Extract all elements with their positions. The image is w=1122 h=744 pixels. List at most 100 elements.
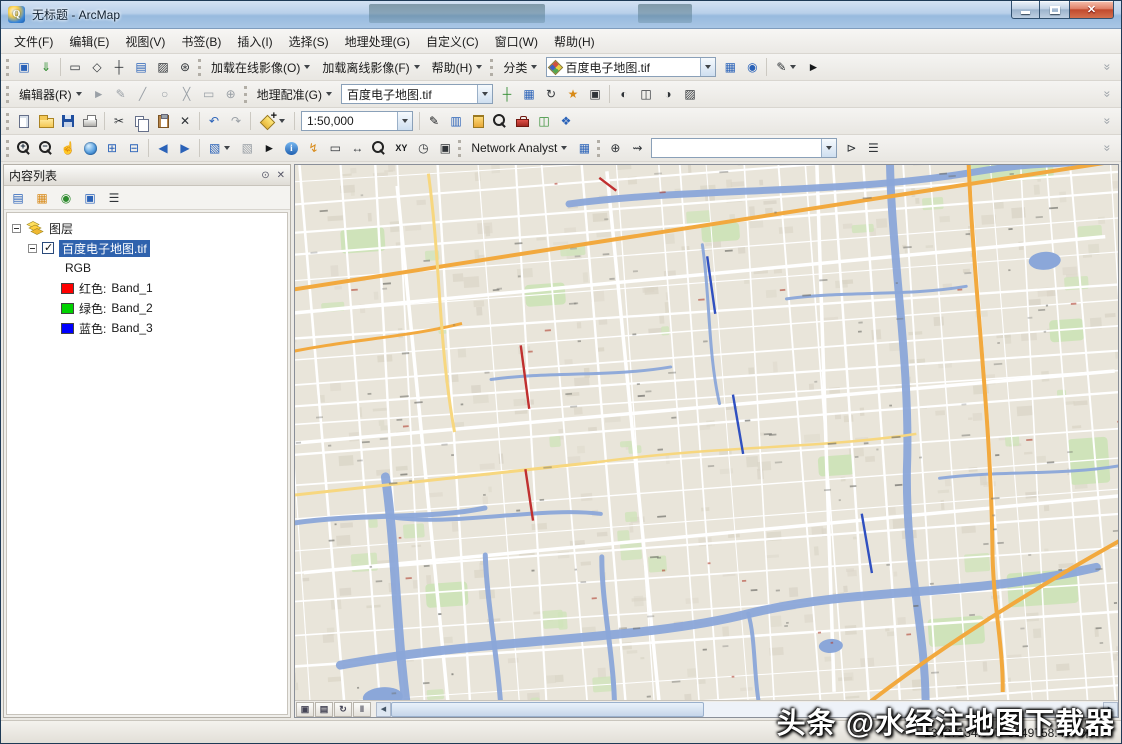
toolbar-grip[interactable] [6,86,9,103]
layout-view-button[interactable]: ▤ [315,702,333,717]
layers-group-row[interactable]: 图层 [9,218,285,238]
network-analyst-window-button[interactable]: ▦ [573,137,595,159]
toc-options-button[interactable]: ☰ [103,187,125,209]
toolbar-grip[interactable] [244,86,247,103]
snap-tool-button[interactable]: ⊕ [220,83,242,105]
fixed-zoom-out-button[interactable]: ⊟ [123,137,145,159]
map-scale-dropdown[interactable] [397,112,412,130]
list-by-source-button[interactable]: ▦ [31,187,53,209]
redo-button[interactable]: ↷ [225,110,247,132]
close-button[interactable]: ✕ [1069,1,1114,19]
minimize-button[interactable] [1011,1,1040,19]
new-document-button[interactable] [13,110,35,132]
map-window-button[interactable]: ▣ [13,56,35,78]
menu-item-bookmarks[interactable]: 书签(B) [173,29,229,54]
toolbar-overflow-button[interactable]: » [1096,83,1118,105]
toolbar-overflow-button[interactable]: » [1096,137,1118,159]
menu-item-customize[interactable]: 自定义(C) [418,29,487,54]
menu-item-help[interactable]: 帮助(H) [546,29,603,54]
create-network-location-button[interactable]: ⊕ [604,137,626,159]
hyperlink-button[interactable]: ↯ [302,137,324,159]
open-document-button[interactable] [35,110,57,132]
maximize-button[interactable] [1040,1,1069,19]
menu-item-geoprocessing[interactable]: 地理处理(G) [337,29,418,54]
html-popup-button[interactable]: ▭ [324,137,346,159]
save-button[interactable] [57,110,79,132]
swipe-layer-button[interactable]: ◫ [635,83,657,105]
toolbar-overflow-button[interactable]: » [1096,56,1118,78]
collapse-expander[interactable] [28,244,37,253]
network-dataset-combo[interactable] [651,138,837,158]
pan-button[interactable]: ☝ [57,137,79,159]
cut-button[interactable]: ✂ [108,110,130,132]
identify-button[interactable]: i [280,137,302,159]
go-to-xy-button[interactable]: XY [390,137,412,159]
sketch-properties-button[interactable]: ✎ [770,58,802,76]
copy-button[interactable] [130,110,152,132]
intersect-tool-button[interactable]: ╳ [176,83,198,105]
undo-button[interactable]: ↶ [203,110,225,132]
map-viewport[interactable]: ▣ ▤ ↻ ‖ ◀ ▶ [294,164,1119,718]
georeferencing-layer-dropdown[interactable] [477,85,492,103]
circle-tool-button[interactable]: ○ [154,83,176,105]
analysis-properties-button[interactable]: ☰ [862,137,884,159]
collapse-expander[interactable] [12,224,21,233]
draw-polygon-button[interactable]: ◇ [86,56,108,78]
edit-tool-button[interactable]: ► [88,83,110,105]
sketch-tool-button[interactable]: ✎ [110,83,132,105]
select-elements-button[interactable]: ► [258,137,280,159]
list-by-drawing-order-button[interactable]: ▤ [7,187,29,209]
list-by-selection-button[interactable]: ▣ [79,187,101,209]
zoom-to-layer-button[interactable]: ◉ [741,56,763,78]
georeferencing-layer-combo[interactable]: 百度电子地图.tif [341,84,493,104]
toolbar-grip[interactable] [198,59,201,76]
toolbar-grip[interactable] [6,59,9,76]
catalog-button[interactable] [467,110,489,132]
scrollbar-thumb[interactable] [391,702,704,717]
layer-row[interactable]: 百度电子地图.tif [9,238,285,258]
attribute-table-button[interactable]: ▦ [719,56,741,78]
line-tool-button[interactable]: ╱ [132,83,154,105]
download-map-button[interactable]: ⇓ [35,56,57,78]
measure-button[interactable]: ↔ [346,137,368,159]
classify-menu[interactable]: 分类 [497,57,543,78]
update-georeferencing-button[interactable]: ▣ [584,83,606,105]
auto-adjust-button[interactable]: ★ [562,83,584,105]
image-grid-button[interactable]: ▨ [152,56,174,78]
transparency-button[interactable]: ▨ [679,83,701,105]
zoom-out-button[interactable]: − [35,137,57,159]
find-button[interactable] [368,137,390,159]
settings-button[interactable]: ⊛ [174,56,196,78]
toc-close-icon[interactable]: ✕ [277,170,285,181]
add-control-points-button[interactable]: ┼ [496,83,518,105]
flicker-button[interactable]: ◑ [657,83,679,105]
table-of-contents-button[interactable]: ▥ [445,110,467,132]
toolbar-overflow-button[interactable]: » [1096,110,1118,132]
network-dataset-dropdown[interactable] [821,139,836,157]
layer-combo-dropdown[interactable] [700,58,715,76]
fixed-zoom-in-button[interactable]: ⊞ [101,137,123,159]
toolbar-grip[interactable] [6,140,9,157]
layer-name[interactable]: 百度电子地图.tif [59,240,150,257]
georeferencing-menu[interactable]: 地理配准(G) [251,84,338,105]
menu-item-view[interactable]: 视图(V) [117,29,173,54]
rectangle-tool-button[interactable]: ▭ [198,83,220,105]
layer-visibility-checkbox[interactable] [42,242,54,254]
editor-toolbar-toggle-button[interactable]: ✎ [423,110,445,132]
pause-drawing-button[interactable]: ‖ [353,702,371,717]
print-button[interactable] [79,110,101,132]
menu-item-selection[interactable]: 选择(S) [281,29,337,54]
map-canvas[interactable] [295,165,1118,700]
menu-item-insert[interactable]: 插入(I) [229,29,280,54]
model-builder-button[interactable]: ❖ [555,110,577,132]
menu-item-edit[interactable]: 编辑(E) [61,29,117,54]
layer-combo[interactable]: 百度电子地图.tif [546,57,716,77]
toolbar-grip[interactable] [6,113,9,130]
rotate-button[interactable]: ↻ [540,83,562,105]
database-button[interactable]: ▤ [130,56,152,78]
python-button[interactable]: ◫ [533,110,555,132]
editor-menu[interactable]: 编辑器(R) [13,84,88,105]
select-arrow-button[interactable]: ► [802,56,824,78]
contrast-button[interactable]: ◐ [613,83,635,105]
network-analyst-menu[interactable]: Network Analyst [465,139,573,157]
